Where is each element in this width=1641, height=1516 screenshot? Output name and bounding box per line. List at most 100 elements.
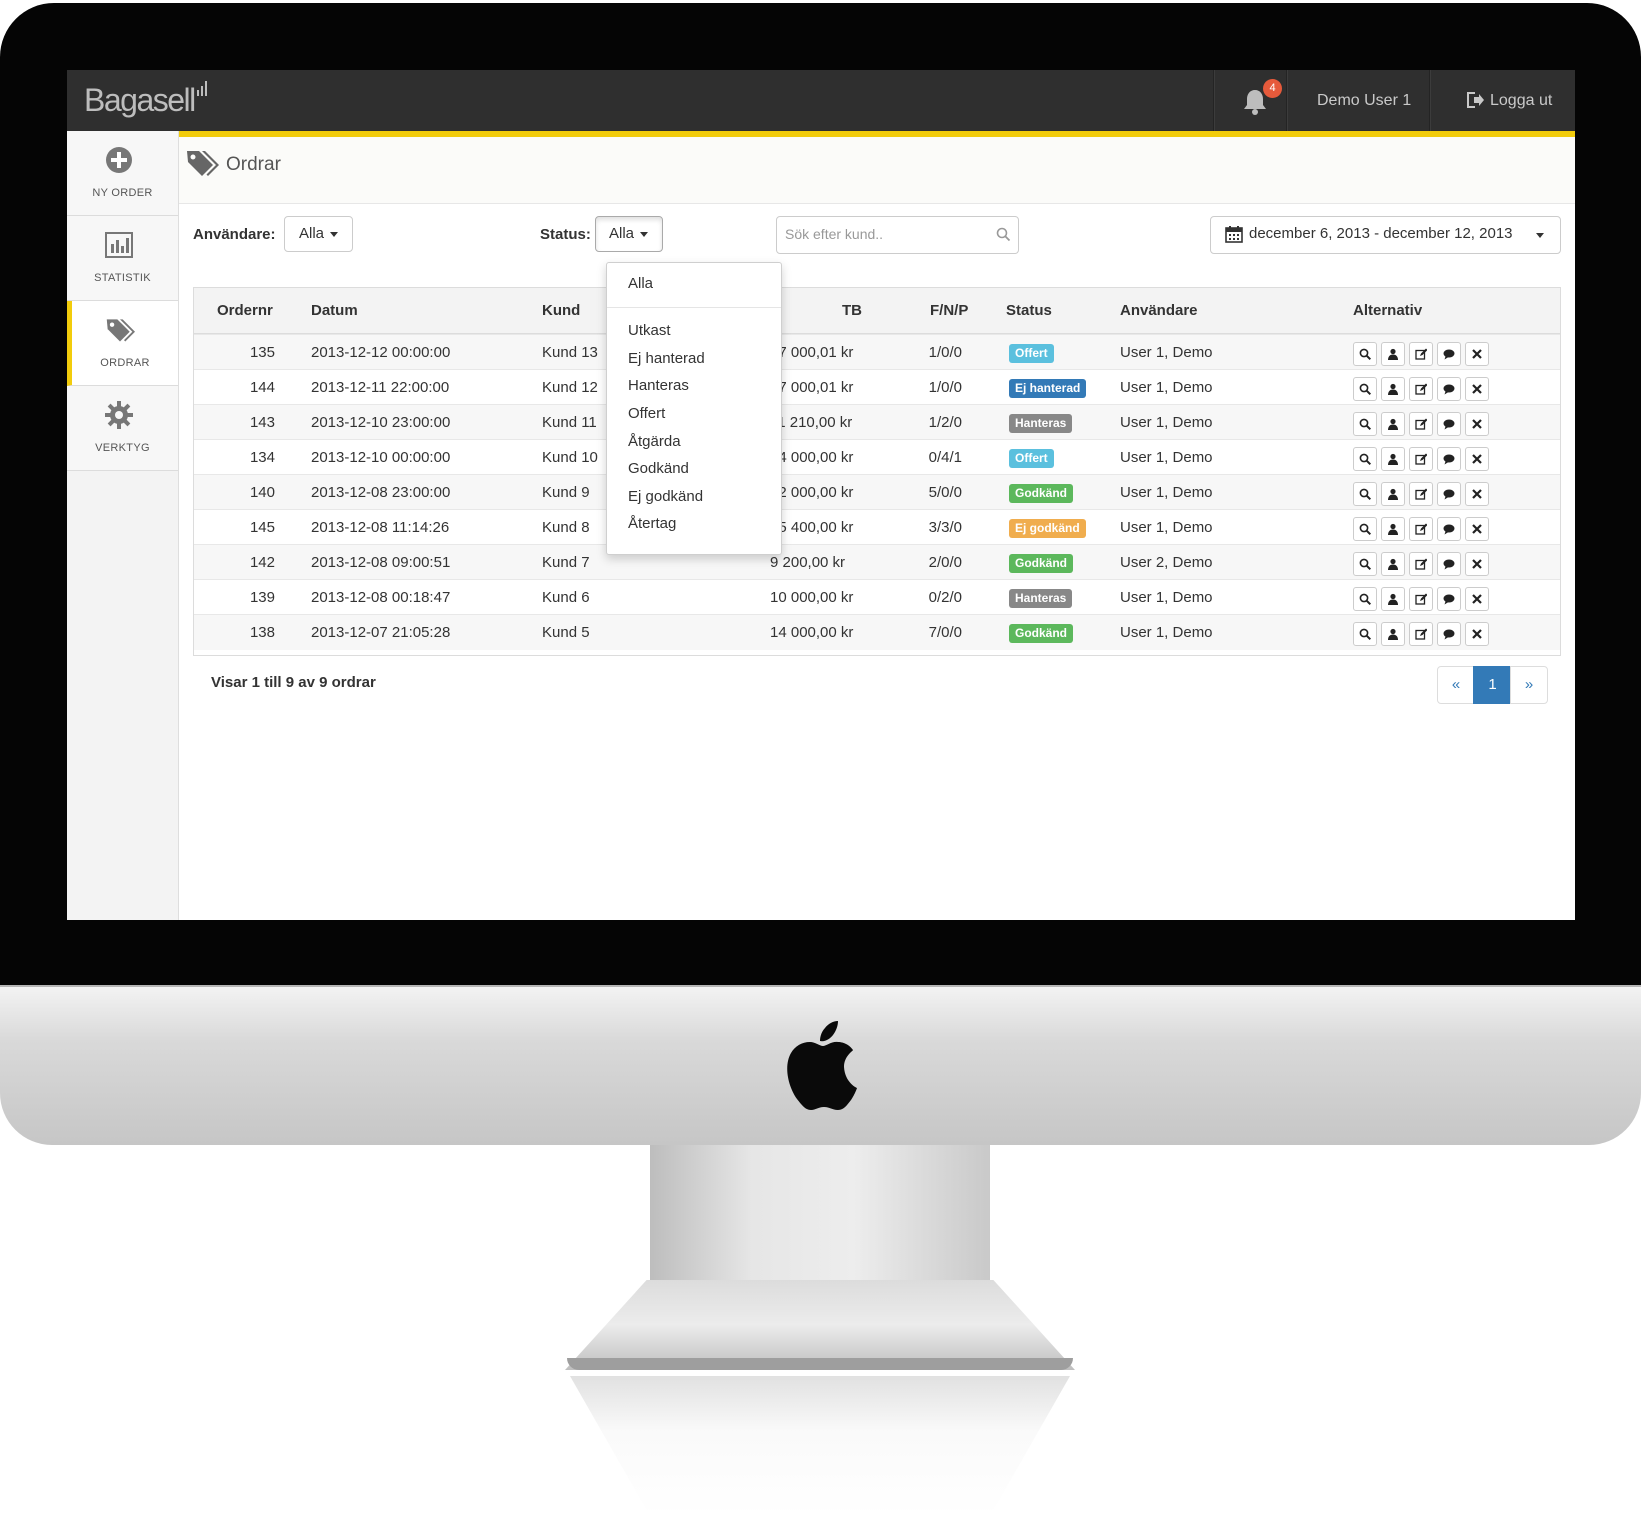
sidebar-item-verktyg[interactable]: VERKTYG xyxy=(67,386,178,471)
column-header-fnp[interactable]: F/N/P xyxy=(930,302,968,319)
column-header-kund[interactable]: Kund xyxy=(542,302,580,319)
remove-icon xyxy=(1472,629,1482,639)
remove-button[interactable] xyxy=(1465,342,1489,366)
user-button[interactable] xyxy=(1381,412,1405,436)
zoom-button[interactable] xyxy=(1353,412,1377,436)
edit-button[interactable] xyxy=(1409,447,1433,471)
table-row[interactable]: 140 2013-12-08 23:00:00 Kund 9 12 000,00 kr… xyxy=(194,474,1560,510)
search-input[interactable] xyxy=(785,217,985,251)
table-row[interactable]: 142 2013-12-08 09:00:51 Kund 7 9 200,00 kr 2… xyxy=(194,544,1560,580)
edit-button[interactable] xyxy=(1409,587,1433,611)
user-button[interactable] xyxy=(1381,552,1405,576)
status-option[interactable]: Ej godkänd xyxy=(628,488,703,505)
status-option[interactable]: Offert xyxy=(628,405,665,422)
pagination-page-1[interactable]: 1 xyxy=(1473,666,1512,704)
column-header-datum[interactable]: Datum xyxy=(311,302,358,319)
comment-button[interactable] xyxy=(1437,622,1461,646)
remove-button[interactable] xyxy=(1465,377,1489,401)
column-header-tb[interactable]: TB xyxy=(842,302,862,319)
cell-anvandare: User 1, Demo xyxy=(1120,344,1213,361)
table-row[interactable]: 144 2013-12-11 22:00:00 Kund 12 27 000,01 k… xyxy=(194,369,1560,405)
user-menu[interactable]: Demo User 1 xyxy=(1317,70,1411,131)
user-button[interactable] xyxy=(1381,342,1405,366)
status-filter-dropdown[interactable]: Alla xyxy=(595,216,663,252)
remove-button[interactable] xyxy=(1465,517,1489,541)
status-option[interactable]: Ej hanterad xyxy=(628,350,705,367)
column-header-status[interactable]: Status xyxy=(1006,302,1052,319)
zoom-button[interactable] xyxy=(1353,552,1377,576)
comment-button[interactable] xyxy=(1437,412,1461,436)
sidebar-item-ordrar[interactable]: ORDRAR xyxy=(67,301,178,386)
status-option[interactable]: Åtgärda xyxy=(628,433,681,450)
status-option[interactable]: Hanteras xyxy=(628,377,689,394)
sidebar-item-statistik[interactable]: STATISTIK xyxy=(67,216,178,301)
status-option[interactable]: Godkänd xyxy=(628,460,689,477)
cell-ordernr: 140 xyxy=(249,484,275,501)
cell-datum: 2013-12-08 23:00:00 xyxy=(311,484,451,501)
table-row[interactable]: 134 2013-12-10 00:00:00 Kund 10 14 000,00 k… xyxy=(194,439,1560,475)
edit-button[interactable] xyxy=(1409,552,1433,576)
status-option[interactable]: Återtag xyxy=(628,515,676,532)
table-row[interactable]: 145 2013-12-08 11:14:26 Kund 8 15 400,00 kr… xyxy=(194,509,1560,545)
status-badge: Offert xyxy=(1009,344,1054,363)
user-filter-dropdown[interactable]: Alla xyxy=(284,216,353,252)
user-button[interactable] xyxy=(1381,447,1405,471)
column-header-anvandare[interactable]: Användare xyxy=(1120,302,1198,319)
column-header-ordernr[interactable]: Ordernr xyxy=(217,302,273,319)
zoom-button[interactable] xyxy=(1353,622,1377,646)
zoom-button[interactable] xyxy=(1353,587,1377,611)
comment-button[interactable] xyxy=(1437,377,1461,401)
pagination-next[interactable]: » xyxy=(1510,666,1548,704)
remove-button[interactable] xyxy=(1465,447,1489,471)
comment-button[interactable] xyxy=(1437,482,1461,506)
table-row[interactable]: 143 2013-12-10 23:00:00 Kund 11 11 210,00 k… xyxy=(194,404,1560,440)
zoom-button[interactable] xyxy=(1353,482,1377,506)
remove-button[interactable] xyxy=(1465,482,1489,506)
cell-datum: 2013-12-12 00:00:00 xyxy=(311,344,451,361)
logout-icon[interactable] xyxy=(1465,91,1485,109)
comment-button[interactable] xyxy=(1437,517,1461,541)
sidebar-item-ny-order[interactable]: NY ORDER xyxy=(67,131,178,216)
app-logo[interactable]: Bagasell xyxy=(84,78,196,122)
user-button[interactable] xyxy=(1381,517,1405,541)
comment-button[interactable] xyxy=(1437,587,1461,611)
edit-button[interactable] xyxy=(1409,377,1433,401)
zoom-icon xyxy=(1359,418,1371,430)
zoom-button[interactable] xyxy=(1353,377,1377,401)
cell-fnp: 5/0/0 xyxy=(928,484,962,501)
date-range-picker[interactable]: december 6, 2013 - december 12, 2013 xyxy=(1210,216,1561,254)
navbar-separator xyxy=(1286,70,1287,131)
edit-button[interactable] xyxy=(1409,622,1433,646)
pagination-prev[interactable]: « xyxy=(1437,666,1475,704)
table-row[interactable]: 139 2013-12-08 00:18:47 Kund 6 10 000,00 kr… xyxy=(194,579,1560,615)
table-row[interactable]: 138 2013-12-07 21:05:28 Kund 5 14 000,00 kr… xyxy=(194,614,1560,650)
edit-button[interactable] xyxy=(1409,517,1433,541)
edit-icon xyxy=(1415,523,1427,535)
status-option[interactable]: Alla xyxy=(628,275,653,292)
table-row[interactable]: 135 2013-12-12 00:00:00 Kund 13 17 000,01 k… xyxy=(194,334,1560,370)
zoom-button[interactable] xyxy=(1353,517,1377,541)
remove-button[interactable] xyxy=(1465,587,1489,611)
remove-button[interactable] xyxy=(1465,552,1489,576)
comment-button[interactable] xyxy=(1437,552,1461,576)
search-icon[interactable] xyxy=(996,227,1011,242)
comment-button[interactable] xyxy=(1437,447,1461,471)
user-button[interactable] xyxy=(1381,622,1405,646)
remove-button[interactable] xyxy=(1465,412,1489,436)
status-option[interactable]: Utkast xyxy=(628,322,671,339)
zoom-button[interactable] xyxy=(1353,342,1377,366)
comment-button[interactable] xyxy=(1437,342,1461,366)
user-button[interactable] xyxy=(1381,482,1405,506)
zoom-icon xyxy=(1359,348,1371,360)
status-badge: Ej godkänd xyxy=(1009,519,1086,538)
user-filter-value: Alla xyxy=(299,225,325,242)
remove-button[interactable] xyxy=(1465,622,1489,646)
user-button[interactable] xyxy=(1381,587,1405,611)
logout-button[interactable]: Logga ut xyxy=(1490,70,1552,131)
cell-tb: 14 000,00 kr xyxy=(770,624,854,641)
edit-button[interactable] xyxy=(1409,342,1433,366)
edit-button[interactable] xyxy=(1409,482,1433,506)
edit-button[interactable] xyxy=(1409,412,1433,436)
zoom-button[interactable] xyxy=(1353,447,1377,471)
user-button[interactable] xyxy=(1381,377,1405,401)
